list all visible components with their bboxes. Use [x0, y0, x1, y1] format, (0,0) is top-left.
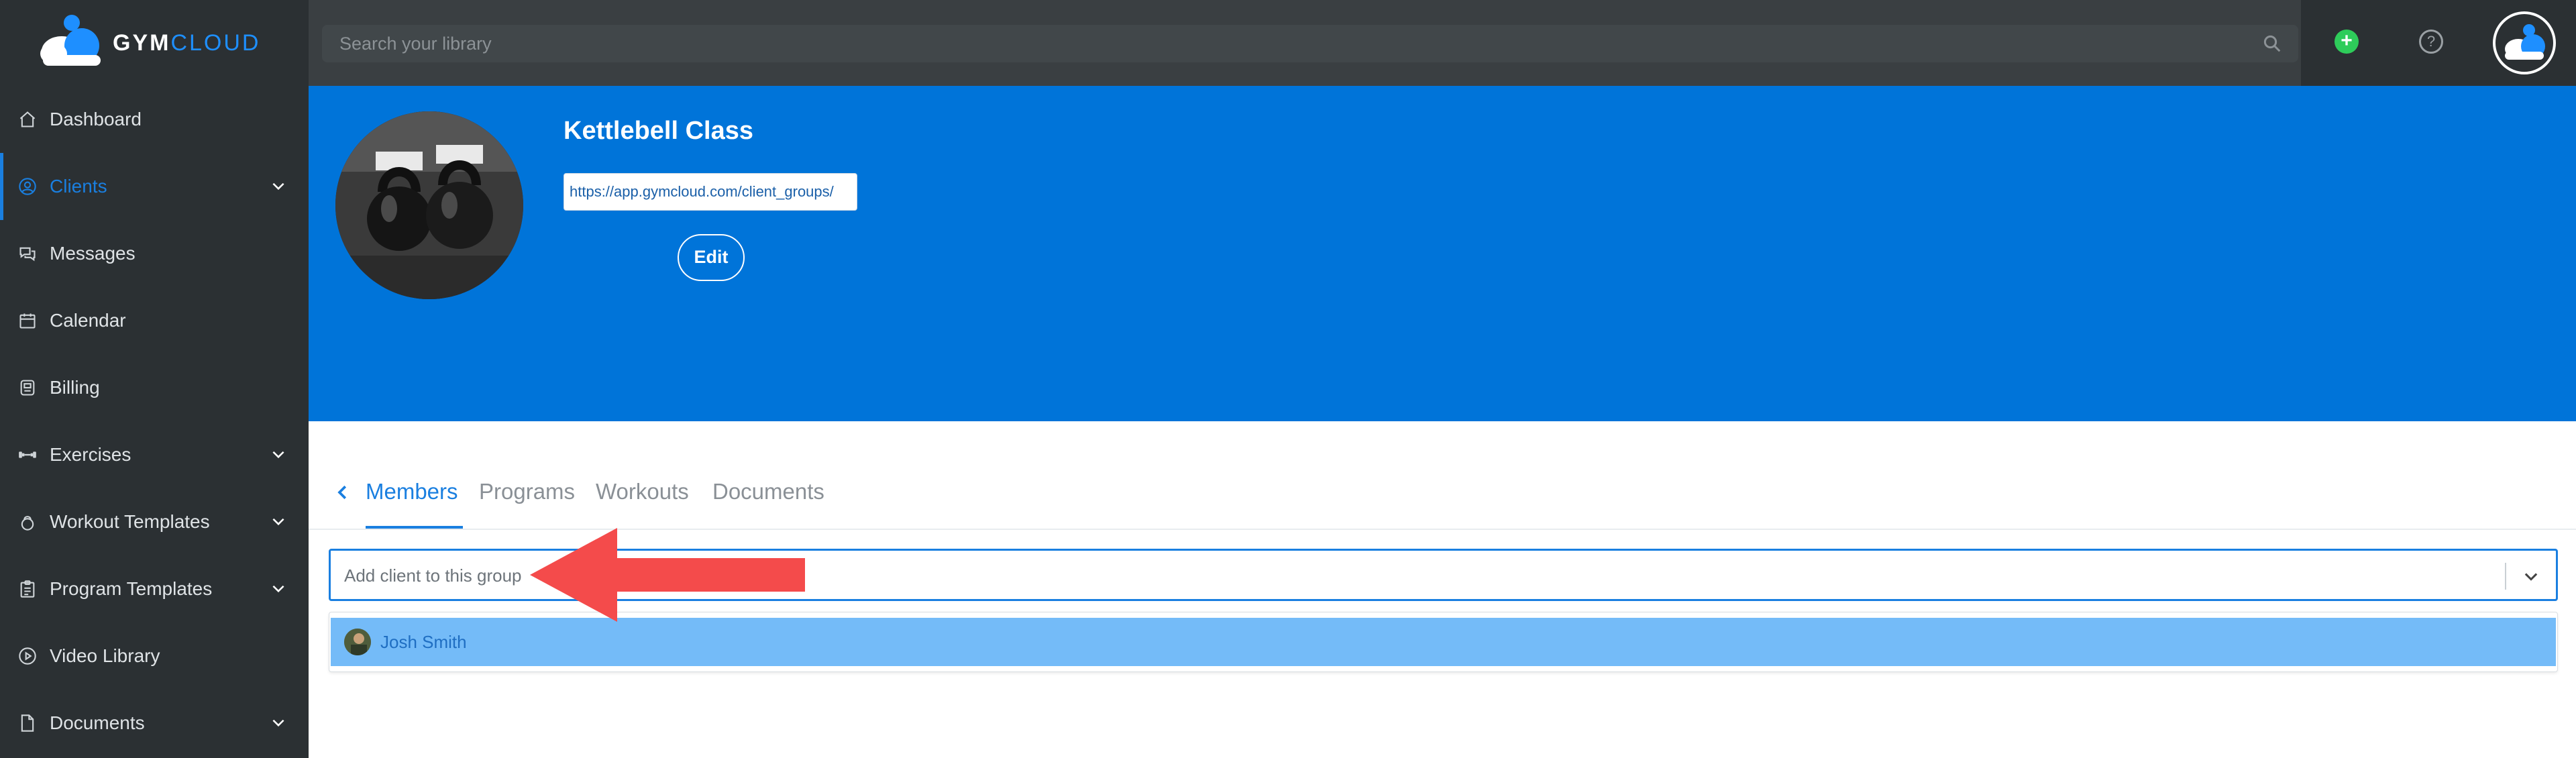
- sidebar-item-label: Video Library: [50, 645, 160, 666]
- play-circle-icon: [17, 646, 38, 666]
- chevron-down-icon[interactable]: [2521, 567, 2541, 586]
- chevron-down-icon[interactable]: [270, 512, 287, 530]
- sidebar-item-label: Messages: [50, 243, 136, 264]
- chat-icon: [17, 243, 38, 264]
- help-icon[interactable]: ?: [2419, 30, 2443, 54]
- dumbbell-icon: [17, 445, 38, 465]
- search-icon[interactable]: [2262, 34, 2282, 54]
- sidebar-item-label: Workout Templates: [50, 511, 210, 532]
- sidebar-item-dashboard[interactable]: Dashboard: [0, 86, 309, 153]
- client-avatar: [344, 629, 371, 655]
- kettlebell-icon: [17, 512, 38, 532]
- edit-button[interactable]: Edit: [678, 234, 745, 281]
- chevron-down-icon[interactable]: [270, 445, 287, 463]
- sidebar-item-label: Billing: [50, 377, 100, 398]
- group-photo: [335, 111, 523, 299]
- sidebar-item-workout-templates[interactable]: Workout Templates: [0, 488, 309, 555]
- avatar-cloud-icon: [2505, 24, 2545, 60]
- sidebar-item-messages[interactable]: Messages: [0, 220, 309, 287]
- sidebar-item-label: Clients: [50, 176, 107, 197]
- sidebar-item-exercises[interactable]: Exercises: [0, 421, 309, 488]
- sidebar-item-label: Documents: [50, 712, 145, 733]
- sidebar: GYMCLOUD Dashboard Clients Messages Cale…: [0, 0, 309, 758]
- sidebar-item-documents[interactable]: Documents: [0, 690, 309, 757]
- top-bar: Search your library: [309, 0, 2576, 86]
- user-avatar[interactable]: [2493, 11, 2556, 74]
- sidebar-nav: Dashboard Clients Messages Calendar Bill…: [0, 86, 309, 757]
- group-url-input[interactable]: [564, 174, 857, 210]
- group-tabs: Members Programs Workouts Documents: [309, 470, 2576, 530]
- sidebar-item-clients[interactable]: Clients: [0, 153, 309, 220]
- sidebar-item-label: Dashboard: [50, 109, 142, 129]
- group-url-field[interactable]: [564, 173, 857, 211]
- sidebar-item-billing[interactable]: Billing: [0, 354, 309, 421]
- tab-documents[interactable]: Documents: [712, 479, 824, 504]
- sidebar-item-calendar[interactable]: Calendar: [0, 287, 309, 354]
- sidebar-item-label: Exercises: [50, 444, 131, 465]
- active-tab-indicator: [366, 526, 463, 529]
- tab-programs[interactable]: Programs: [479, 479, 575, 504]
- clipboard-icon: [17, 579, 38, 599]
- chevron-down-icon[interactable]: [270, 714, 287, 731]
- tab-workouts[interactable]: Workouts: [596, 479, 689, 504]
- logo[interactable]: GYMCLOUD: [0, 0, 309, 86]
- add-button[interactable]: +: [2334, 30, 2359, 54]
- sidebar-item-label: Program Templates: [50, 578, 213, 599]
- sidebar-item-label: Calendar: [50, 310, 126, 331]
- sidebar-item-video-library[interactable]: Video Library: [0, 622, 309, 690]
- group-name: Kettlebell Class: [564, 117, 753, 145]
- search-placeholder: Search your library: [339, 34, 492, 54]
- add-client-placeholder: Add client to this group: [344, 565, 522, 586]
- document-icon: [17, 713, 38, 733]
- chevron-down-icon[interactable]: [270, 177, 287, 195]
- tab-members[interactable]: Members: [366, 479, 458, 504]
- search-input[interactable]: Search your library: [322, 25, 2298, 62]
- billing-icon: [17, 378, 38, 398]
- calendar-icon: [17, 311, 38, 331]
- annotation-arrow-icon: [530, 528, 805, 622]
- chevron-left-icon[interactable]: [333, 479, 353, 506]
- chevron-down-icon[interactable]: [270, 580, 287, 597]
- logo-wordmark: GYMCLOUD: [113, 30, 261, 56]
- select-divider: [2505, 563, 2506, 590]
- client-name: Josh Smith: [380, 632, 467, 652]
- kettlebell-photo-image: [335, 111, 523, 299]
- home-icon: [17, 109, 38, 129]
- sidebar-item-program-templates[interactable]: Program Templates: [0, 555, 309, 622]
- user-circle-icon: [17, 176, 38, 197]
- gymcloud-logo-icon: [40, 15, 101, 66]
